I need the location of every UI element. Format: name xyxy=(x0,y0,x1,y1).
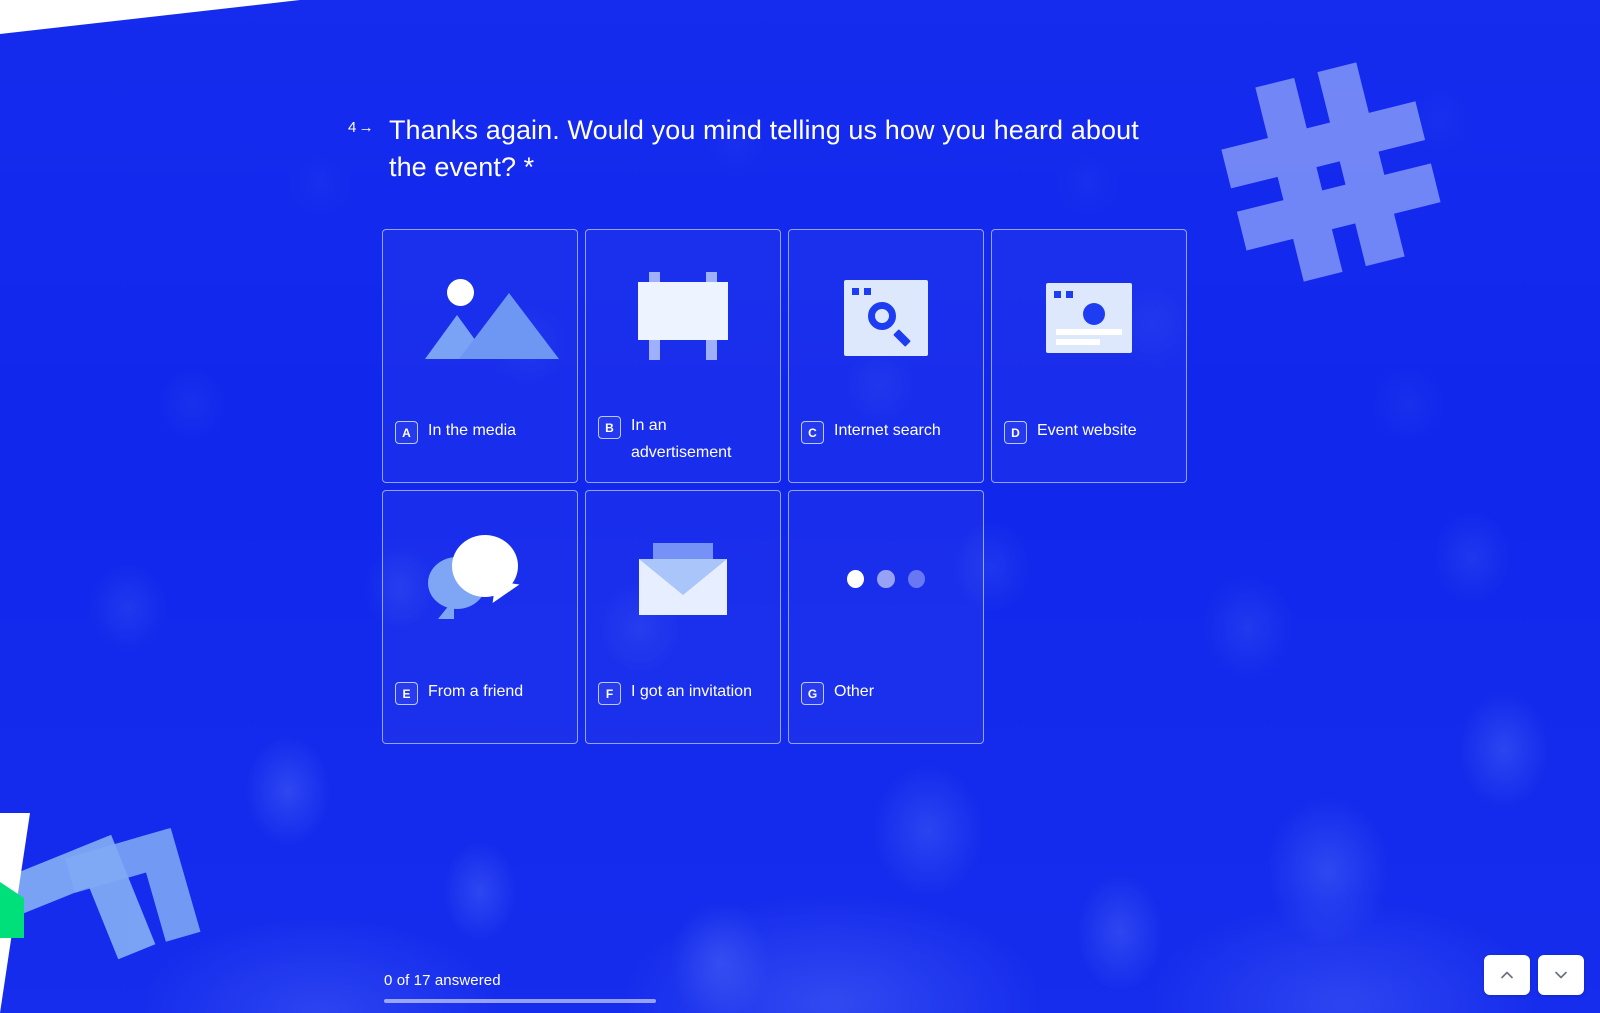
answer-options-grid: A In the media B In an advertisement C I… xyxy=(382,229,1188,744)
answer-option-f[interactable]: F I got an invitation xyxy=(585,490,781,744)
answer-icon-wrap-f xyxy=(586,491,780,681)
answer-key-badge-e: E xyxy=(395,682,418,705)
answer-label-d: Event website xyxy=(1037,422,1137,439)
progress-label: 0 of 17 answered xyxy=(384,972,501,989)
answer-option-g[interactable]: G Other xyxy=(788,490,984,744)
answer-icon-wrap-d xyxy=(992,230,1186,420)
answer-key-badge-d: D xyxy=(1004,421,1027,444)
speech-bubble-icon xyxy=(428,533,532,625)
question-title: Thanks again. Would you mind telling us … xyxy=(388,115,1139,182)
answer-label-f: I got an invitation xyxy=(631,683,752,700)
answer-key-badge-g: G xyxy=(801,682,824,705)
question-number: 4 → xyxy=(348,112,374,137)
answer-option-b[interactable]: B In an advertisement xyxy=(585,229,781,483)
progress-bar-track xyxy=(384,999,656,1003)
answer-footer-c: C Internet search xyxy=(789,420,983,482)
browser-search-icon xyxy=(844,280,928,356)
next-question-button[interactable] xyxy=(1538,955,1584,995)
answer-label-g: Other xyxy=(834,683,875,700)
answer-option-d[interactable]: D Event website xyxy=(991,229,1187,483)
answer-key-badge-c: C xyxy=(801,421,824,444)
answer-icon-wrap-a xyxy=(383,230,577,420)
navigation-buttons xyxy=(1484,955,1584,995)
answer-option-e[interactable]: E From a friend xyxy=(382,490,578,744)
answer-label-e: From a friend xyxy=(428,683,524,700)
answer-icon-wrap-e xyxy=(383,491,577,681)
envelope-icon xyxy=(639,543,727,615)
chevron-up-icon xyxy=(1498,966,1516,984)
answer-option-a[interactable]: A In the media xyxy=(382,229,578,483)
answer-label-c: Internet search xyxy=(834,422,941,439)
previous-question-button[interactable] xyxy=(1484,955,1530,995)
survey-screen: 4 → Thanks again. Would you mind telling … xyxy=(0,0,1600,1013)
answer-icon-wrap-g xyxy=(789,491,983,681)
answer-footer-g: G Other xyxy=(789,681,983,743)
question-arrow-icon: → xyxy=(358,119,374,136)
answer-footer-f: F I got an invitation xyxy=(586,681,780,743)
answer-footer-e: E From a friend xyxy=(383,681,577,743)
answer-key-badge-b: B xyxy=(598,416,621,439)
answer-key-badge-f: F xyxy=(598,682,621,705)
answer-icon-wrap-c xyxy=(789,230,983,420)
answer-footer-b: B In an advertisement xyxy=(586,415,780,482)
image-icon xyxy=(425,277,559,359)
answer-key-badge-a: A xyxy=(395,421,418,444)
question-number-value: 4 xyxy=(348,119,357,136)
browser-website-icon xyxy=(1046,283,1132,353)
answer-label-b: In an advertisement xyxy=(631,417,732,461)
progress-area: 0 of 17 answered xyxy=(384,972,656,1003)
three-dots-icon xyxy=(847,569,925,589)
answer-label-a: In the media xyxy=(428,422,517,439)
chevron-down-icon xyxy=(1552,966,1570,984)
answer-footer-a: A In the media xyxy=(383,420,577,482)
answer-icon-wrap-b xyxy=(586,230,780,415)
billboard-icon xyxy=(635,271,731,360)
answer-option-c[interactable]: C Internet search xyxy=(788,229,984,483)
answer-footer-d: D Event website xyxy=(992,420,1186,482)
question-header: 4 → Thanks again. Would you mind telling … xyxy=(348,112,1168,186)
